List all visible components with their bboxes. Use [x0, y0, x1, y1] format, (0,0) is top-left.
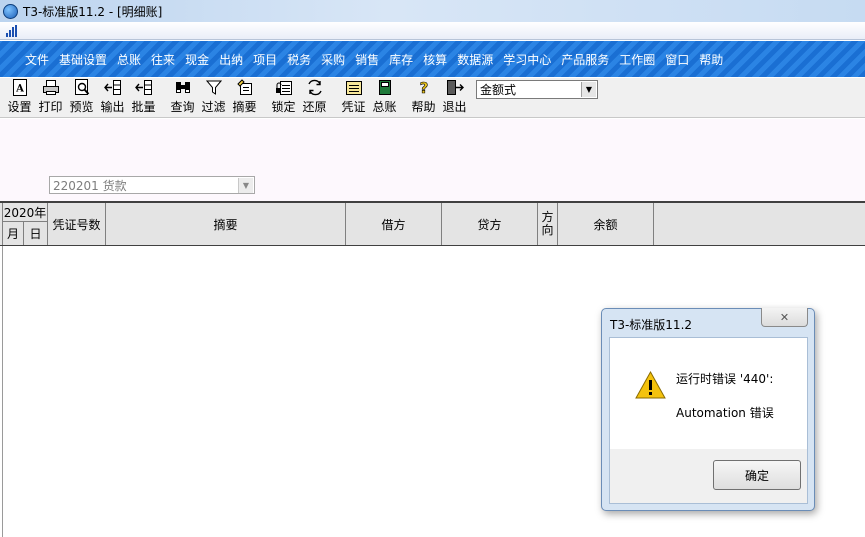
- column-direction[interactable]: 方 向: [538, 203, 558, 245]
- chevron-down-icon[interactable]: ▼: [581, 82, 596, 97]
- title-bar: T3-标准版11.2 - [明细账]: [0, 0, 865, 22]
- lock-button[interactable]: 锁定: [268, 77, 299, 115]
- query-label: 查询: [170, 100, 195, 114]
- restore-label: 还原: [302, 100, 327, 114]
- ledger-book-icon: [376, 78, 394, 96]
- column-balance[interactable]: 余额: [558, 203, 654, 245]
- menu-product-service[interactable]: 产品服务: [556, 51, 614, 68]
- exit-icon: [446, 78, 464, 96]
- exit-label: 退出: [442, 100, 467, 114]
- help-button[interactable]: ? 帮助: [408, 77, 439, 115]
- menu-file[interactable]: 文件: [20, 51, 54, 68]
- export-label: 输出: [100, 100, 125, 114]
- column-summary[interactable]: 摘要: [106, 203, 346, 245]
- column-year[interactable]: 2020年: [2, 203, 48, 222]
- account-select[interactable]: 220201 货款 ▼: [49, 176, 255, 194]
- menu-project[interactable]: 项目: [248, 51, 282, 68]
- menu-window[interactable]: 窗口: [660, 51, 694, 68]
- batch-icon: [134, 78, 153, 96]
- voucher-icon: [345, 78, 363, 96]
- filter-area: 220201 货款 ▼: [0, 119, 865, 201]
- svg-text:?: ?: [419, 79, 428, 96]
- menu-purchase[interactable]: 采购: [316, 51, 350, 68]
- app-window: T3-标准版11.2 - [明细账] 文件 基础设置 总账 往来 现金 出纳 项…: [0, 0, 865, 537]
- print-button[interactable]: 打印: [35, 77, 66, 115]
- ok-button[interactable]: 确定: [713, 460, 801, 490]
- summary-icon: [236, 78, 254, 96]
- document-icon[interactable]: [6, 24, 20, 37]
- menu-receivables[interactable]: 往来: [146, 51, 180, 68]
- voucher-button[interactable]: 凭证: [338, 77, 369, 115]
- print-label: 打印: [38, 100, 63, 114]
- app-logo-icon: [3, 3, 18, 19]
- format-select-value: 金额式: [480, 83, 517, 97]
- column-debit[interactable]: 借方: [346, 203, 442, 245]
- print-icon: [42, 78, 60, 96]
- lock-icon: [275, 78, 293, 96]
- summary-label: 摘要: [232, 100, 257, 114]
- column-voucher-no[interactable]: 凭证号数: [48, 203, 106, 245]
- preview-button[interactable]: 预览: [66, 77, 97, 115]
- menu-data-source[interactable]: 数据源: [452, 51, 498, 68]
- export-icon: [103, 78, 122, 96]
- filter-button[interactable]: 过滤: [198, 77, 229, 115]
- batch-label: 批量: [131, 100, 156, 114]
- binoculars-icon: [174, 78, 192, 96]
- menu-help[interactable]: 帮助: [694, 51, 728, 68]
- dialog-footer: 确定: [609, 449, 808, 504]
- exit-button[interactable]: 退出: [439, 77, 470, 115]
- batch-button[interactable]: 批量: [128, 77, 159, 115]
- error-message-code: 运行时错误 '440':: [676, 372, 774, 386]
- query-button[interactable]: 查询: [167, 77, 198, 115]
- window-title: T3-标准版11.2 - [明细账]: [23, 4, 163, 19]
- menu-inventory[interactable]: 库存: [384, 51, 418, 68]
- toolbar: A 设置 打印 预览 输出 批量 查询 过滤 摘要 锁定 还原 凭证 总账 ? …: [0, 78, 865, 118]
- dialog-body: 运行时错误 '440': Automation 错误: [609, 337, 808, 449]
- general-ledger-button[interactable]: 总账: [369, 77, 400, 115]
- format-select[interactable]: 金额式 ▼: [476, 80, 598, 99]
- menu-general-ledger[interactable]: 总账: [112, 51, 146, 68]
- chevron-down-icon[interactable]: ▼: [238, 177, 253, 193]
- filter-label: 过滤: [201, 100, 226, 114]
- warning-icon: [635, 370, 666, 399]
- account-select-value: 220201 货款: [53, 178, 127, 193]
- restore-button[interactable]: 还原: [299, 77, 330, 115]
- summary-button[interactable]: 摘要: [229, 77, 260, 115]
- mdi-child-bar: [0, 22, 865, 40]
- menu-cash[interactable]: 现金: [180, 51, 214, 68]
- column-month[interactable]: 月: [2, 222, 24, 245]
- general-ledger-label: 总账: [372, 100, 397, 114]
- error-message-detail: Automation 错误: [676, 406, 774, 420]
- menu-learning-center[interactable]: 学习中心: [498, 51, 556, 68]
- close-icon: ✕: [779, 310, 790, 324]
- settings-icon: A: [11, 78, 29, 96]
- filter-icon: [205, 78, 223, 96]
- column-day[interactable]: 日: [24, 222, 48, 245]
- preview-label: 预览: [69, 100, 94, 114]
- menu-accounting[interactable]: 核算: [418, 51, 452, 68]
- menu-basic-settings[interactable]: 基础设置: [54, 51, 112, 68]
- settings-button[interactable]: A 设置: [4, 77, 35, 115]
- menu-tax[interactable]: 税务: [282, 51, 316, 68]
- voucher-label: 凭证: [341, 100, 366, 114]
- svg-text:A: A: [15, 83, 24, 94]
- lock-label: 锁定: [271, 100, 296, 114]
- help-label: 帮助: [411, 100, 436, 114]
- menu-sales[interactable]: 销售: [350, 51, 384, 68]
- settings-label: 设置: [7, 100, 32, 114]
- ledger-header: 2020年 月 日 凭证号数 摘要 借方 贷方 方 向 余额: [0, 201, 865, 246]
- dialog-title: T3-标准版11.2: [610, 318, 693, 332]
- close-button[interactable]: ✕: [761, 308, 808, 327]
- preview-icon: [73, 78, 91, 96]
- column-credit[interactable]: 贷方: [442, 203, 538, 245]
- help-icon: ?: [415, 78, 433, 96]
- menu-work-circle[interactable]: 工作圈: [614, 51, 660, 68]
- menu-cashier[interactable]: 出纳: [214, 51, 248, 68]
- export-button[interactable]: 输出: [97, 77, 128, 115]
- menu-bar: 文件 基础设置 总账 往来 现金 出纳 项目 税务 采购 销售 库存 核算 数据…: [0, 41, 865, 77]
- error-dialog: T3-标准版11.2 ✕ 运行时错误 '440': Automation 错误 …: [601, 308, 815, 511]
- restore-icon: [306, 78, 324, 96]
